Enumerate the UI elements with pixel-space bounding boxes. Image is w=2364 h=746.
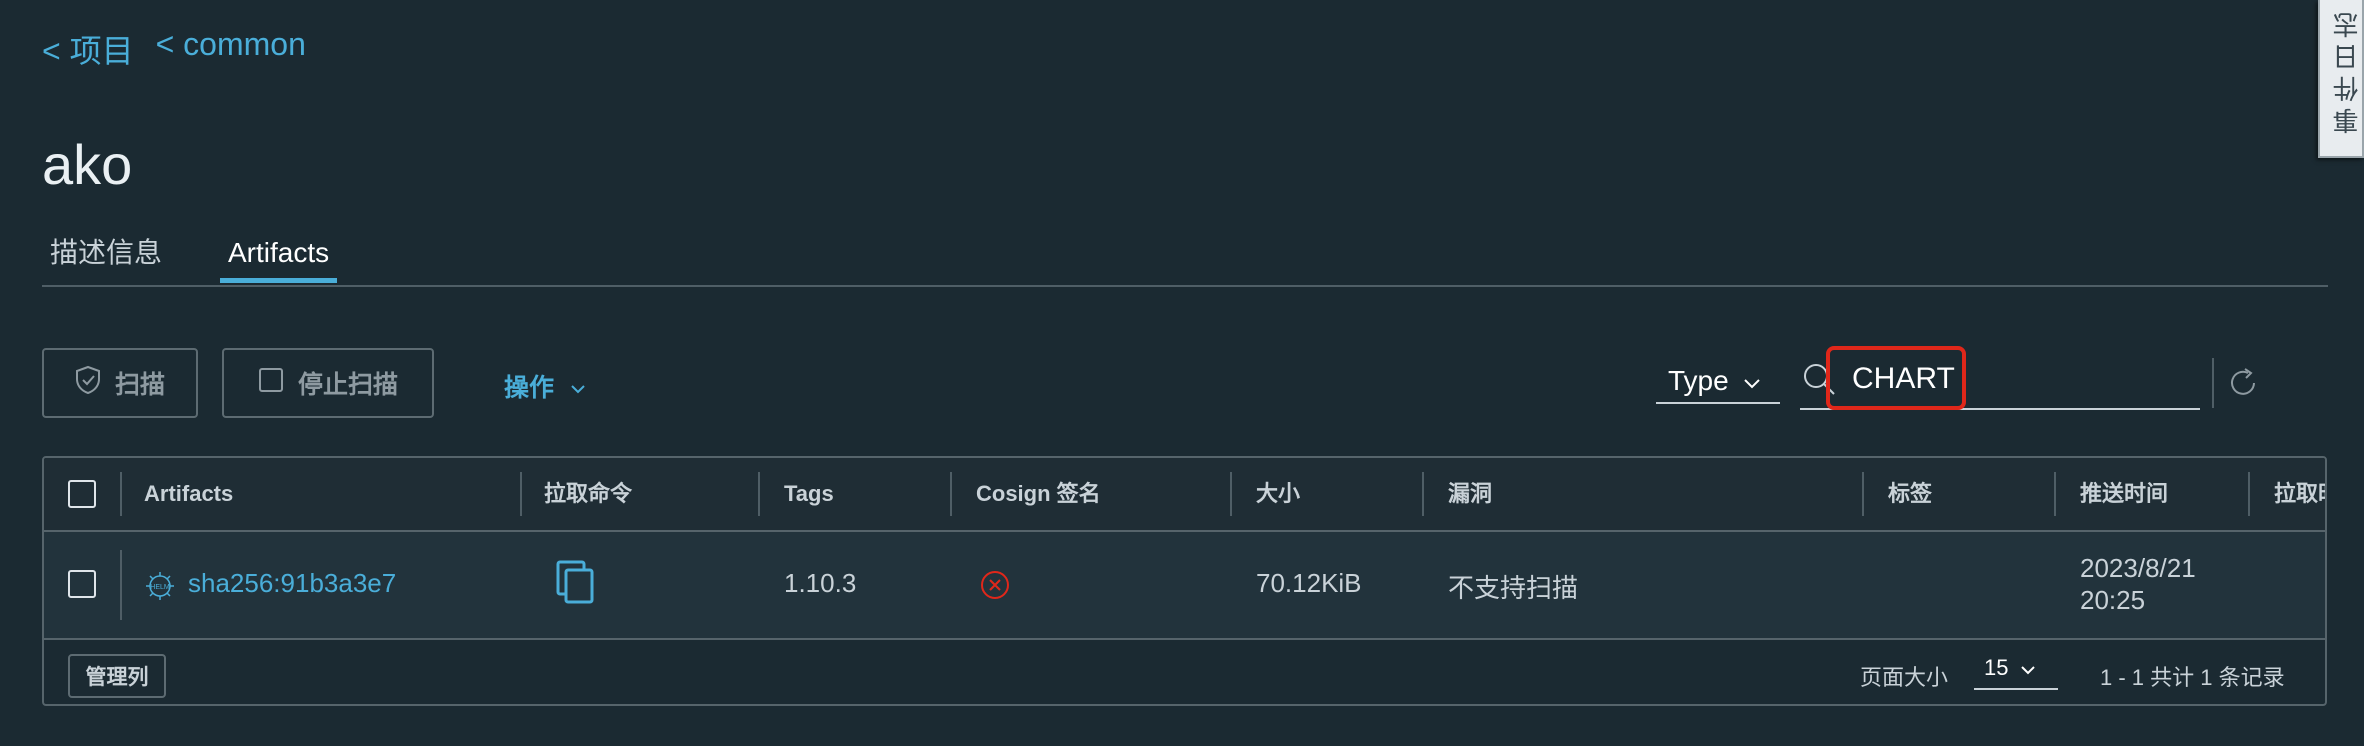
vulnerability-status: 不支持扫描 <box>1448 573 1579 603</box>
error-circle-icon <box>980 570 1010 605</box>
page-size-select[interactable]: 15 <box>1974 648 2058 690</box>
push-time: 2023/8/21 20:25 <box>2080 552 2196 616</box>
column-header-labels[interactable]: 标签 <box>1888 458 1932 530</box>
column-header-tags[interactable]: Tags <box>784 458 834 530</box>
column-header-vulnerabilities[interactable]: 漏洞 <box>1448 458 1492 530</box>
divider <box>2212 358 2214 408</box>
refresh-icon[interactable] <box>2226 366 2260 405</box>
type-filter-label: Type <box>1668 365 1729 396</box>
stop-square-icon <box>258 367 284 400</box>
shield-icon <box>75 365 101 402</box>
pagination-summary: 1 - 1 共计 1 条记录 <box>2100 665 2285 690</box>
search-highlight-box <box>1826 346 1966 410</box>
column-divider <box>2248 472 2250 516</box>
column-divider <box>120 550 122 620</box>
column-header-artifacts[interactable]: Artifacts <box>144 458 233 530</box>
column-header-size[interactable]: 大小 <box>1256 458 1300 530</box>
artifact-tags: 1.10.3 <box>784 568 857 598</box>
chevron-down-icon <box>1743 365 1761 397</box>
tab-artifacts[interactable]: Artifacts <box>220 230 338 283</box>
column-divider <box>1230 472 1232 516</box>
chevron-down-icon <box>570 372 586 401</box>
push-time-time: 20:25 <box>2080 585 2146 615</box>
scan-button[interactable]: 扫描 <box>42 348 198 418</box>
column-header-cosign[interactable]: Cosign 签名 <box>976 458 1101 530</box>
tab-bar: 描述信息 Artifacts <box>42 230 2328 287</box>
actions-dropdown-label: 操作 <box>504 374 555 402</box>
stop-scan-button[interactable]: 停止扫描 <box>222 348 434 418</box>
table-footer: 管理列 页面大小 15 1 - 1 共计 1 条记录 <box>44 640 2325 704</box>
push-time-date: 2023/8/21 <box>2080 553 2196 583</box>
column-header-pull-command[interactable]: 拉取命令 <box>544 458 632 530</box>
column-divider <box>758 472 760 516</box>
event-log-label: 事件日志 <box>2332 6 2362 134</box>
column-header-pull-time[interactable]: 拉取时 <box>2274 458 2325 530</box>
manage-columns-button[interactable]: 管理列 <box>68 654 166 698</box>
actions-dropdown[interactable]: 操作 <box>504 368 586 404</box>
svg-text:HELM: HELM <box>150 584 170 591</box>
column-divider <box>1862 472 1864 516</box>
breadcrumb-projects-link[interactable]: < 项目 <box>42 26 134 72</box>
tab-description[interactable]: 描述信息 <box>42 230 170 283</box>
breadcrumb: < 项目 < common <box>42 26 306 72</box>
chevron-down-icon <box>2020 655 2036 681</box>
page-title: ako <box>42 133 133 196</box>
copy-icon[interactable] <box>556 560 596 611</box>
artifact-digest-link[interactable]: sha256:91b3a3e7 <box>188 568 396 599</box>
column-divider <box>2054 472 2056 516</box>
artifact-size: 70.12KiB <box>1256 568 1362 598</box>
type-filter-select[interactable]: Type <box>1656 360 1780 404</box>
column-divider <box>950 472 952 516</box>
row-select-checkbox[interactable] <box>68 570 96 598</box>
page-size-label: 页面大小 <box>1860 665 1949 690</box>
scan-button-label: 扫描 <box>114 371 165 399</box>
select-all-checkbox[interactable] <box>68 480 96 508</box>
table-header: Artifacts 拉取命令 Tags Cosign 签名 大小 漏洞 标签 推… <box>44 458 2325 532</box>
artifacts-table: Artifacts 拉取命令 Tags Cosign 签名 大小 漏洞 标签 推… <box>42 456 2327 706</box>
column-divider <box>520 472 522 516</box>
column-divider <box>1422 472 1424 516</box>
breadcrumb-common-link[interactable]: < common <box>156 26 306 72</box>
column-divider <box>120 472 122 516</box>
event-log-tab[interactable]: 事件日志 <box>2318 0 2364 158</box>
column-header-push-time[interactable]: 推送时间 <box>2080 458 2168 530</box>
stop-scan-button-label: 停止扫描 <box>297 371 398 399</box>
helm-icon: HELM <box>144 570 176 607</box>
page-size-value: 15 <box>1984 655 2009 680</box>
table-row[interactable]: HELM sha256:91b3a3e7 1.10.3 70.12KiB 不支持… <box>44 532 2325 640</box>
